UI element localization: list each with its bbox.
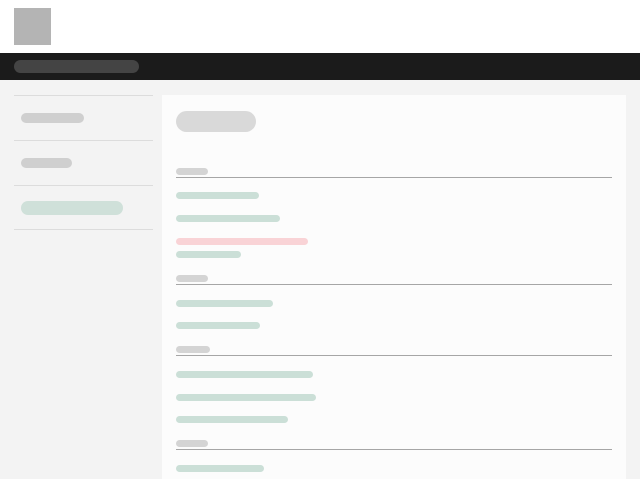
sidebar-item-active[interactable] — [14, 185, 153, 230]
list-item-link[interactable] — [176, 416, 288, 423]
sidebar-item[interactable] — [14, 95, 153, 140]
section-header — [176, 168, 612, 178]
section-heading — [176, 168, 208, 175]
section-heading — [176, 346, 210, 353]
section-heading — [176, 275, 208, 282]
list-item-link[interactable] — [176, 251, 241, 258]
section-header — [176, 346, 612, 356]
list-item-link[interactable] — [176, 215, 280, 222]
sidebar-item-label — [21, 158, 72, 168]
list-item-link[interactable] — [176, 300, 273, 307]
navigation-bar — [0, 53, 640, 80]
list-item-link[interactable] — [176, 394, 316, 401]
list-item-link[interactable] — [176, 465, 264, 472]
sidebar-item-label — [21, 113, 84, 123]
sidebar-item[interactable] — [14, 140, 153, 185]
logo-placeholder-icon[interactable] — [14, 8, 51, 45]
section-heading — [176, 440, 208, 447]
main-content — [162, 95, 626, 479]
sidebar — [14, 95, 153, 230]
section-header — [176, 440, 612, 450]
nav-text[interactable] — [14, 60, 139, 73]
page-title — [176, 111, 256, 132]
list-item-link[interactable] — [176, 371, 313, 378]
section-header — [176, 275, 612, 285]
list-item-link-error[interactable] — [176, 238, 308, 245]
list-item-link[interactable] — [176, 192, 259, 199]
site-header — [0, 0, 640, 53]
list-item-link[interactable] — [176, 322, 260, 329]
sidebar-item-label — [21, 201, 123, 215]
